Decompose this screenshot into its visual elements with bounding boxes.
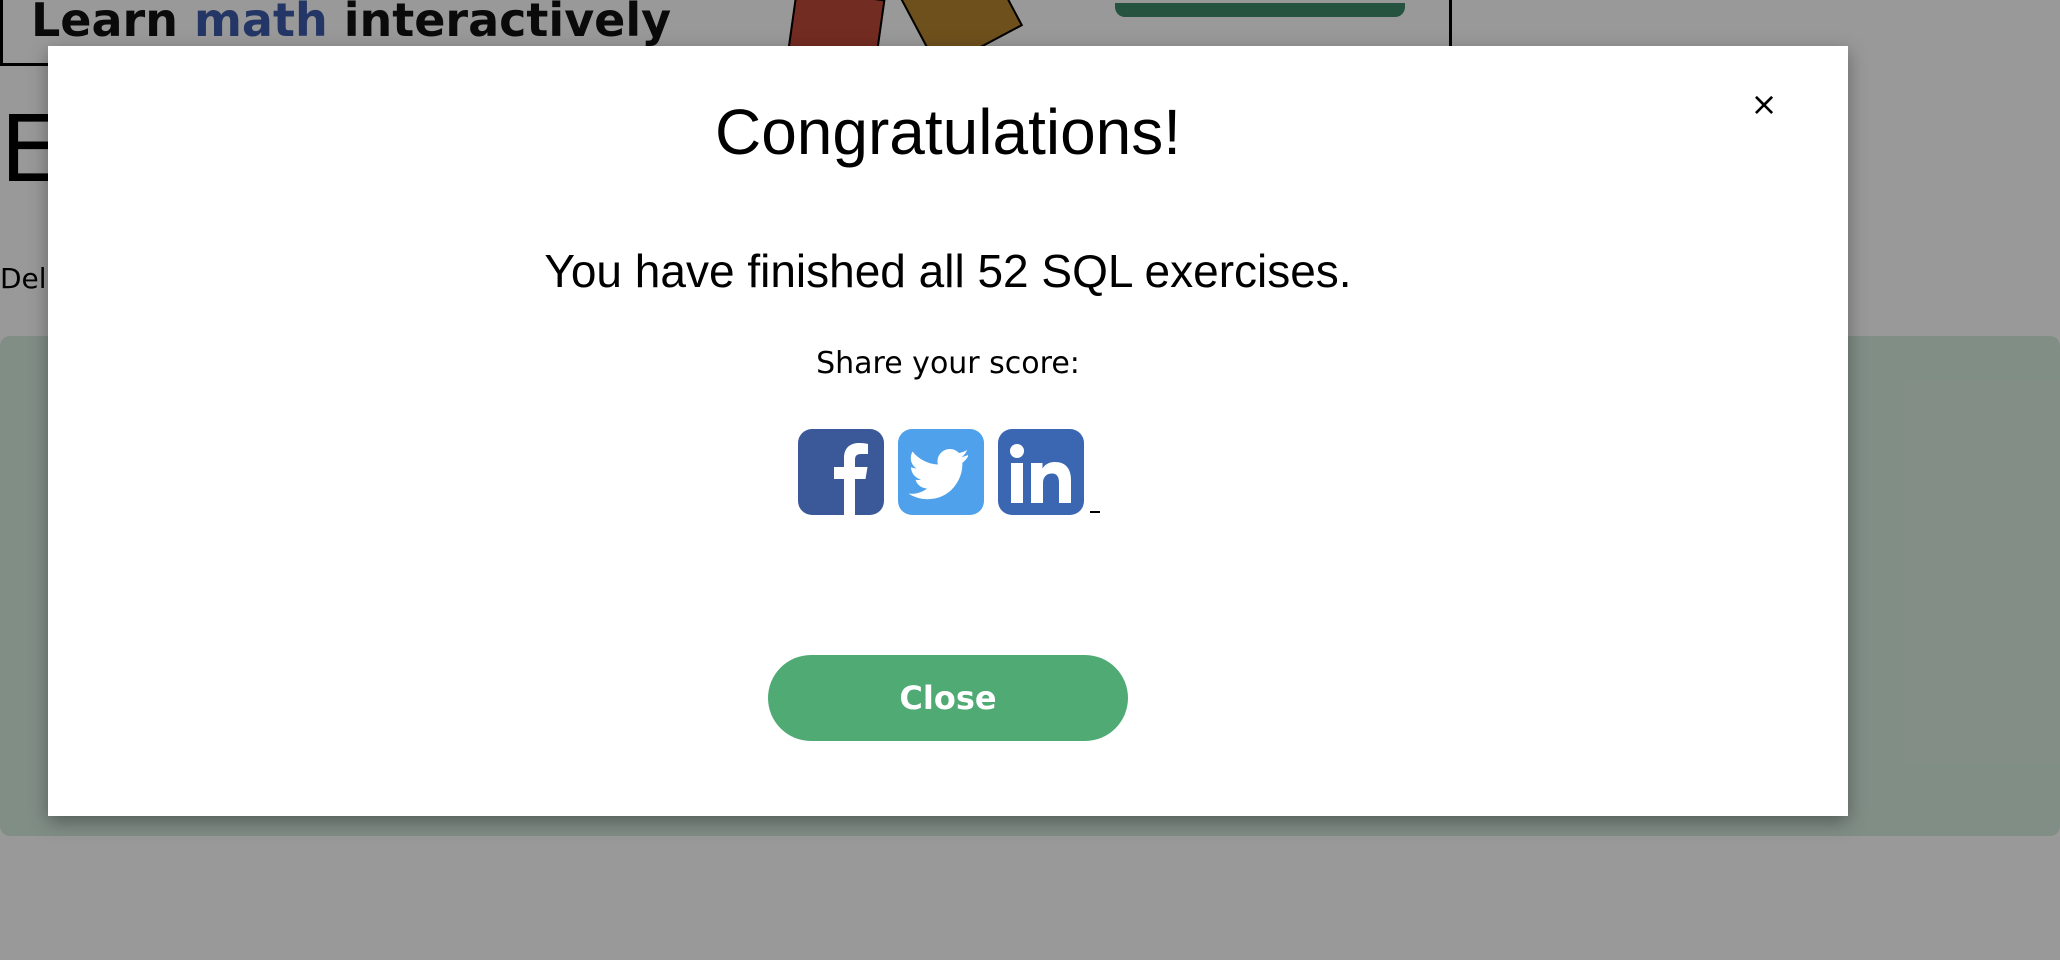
facebook-icon [834, 443, 868, 515]
share-buttons [798, 429, 1100, 515]
modal-title: Congratulations! [714, 96, 1182, 168]
twitter-share-button[interactable] [898, 429, 984, 515]
share-label: Share your score: [816, 346, 1080, 381]
linkedin-share-button[interactable] [998, 429, 1084, 515]
completion-message: You have finished all 52 SQL exercises. [544, 245, 1352, 297]
page: Learn math interactively E Del × Congrat… [0, 0, 2060, 960]
congratulations-modal: × Congratulations! You have finished all… [48, 46, 1848, 816]
twitter-icon [908, 449, 968, 500]
share-link-underline [1090, 511, 1100, 513]
facebook-share-button[interactable] [798, 429, 884, 515]
linkedin-icon [1010, 444, 1071, 503]
close-button[interactable]: Close [768, 655, 1128, 741]
